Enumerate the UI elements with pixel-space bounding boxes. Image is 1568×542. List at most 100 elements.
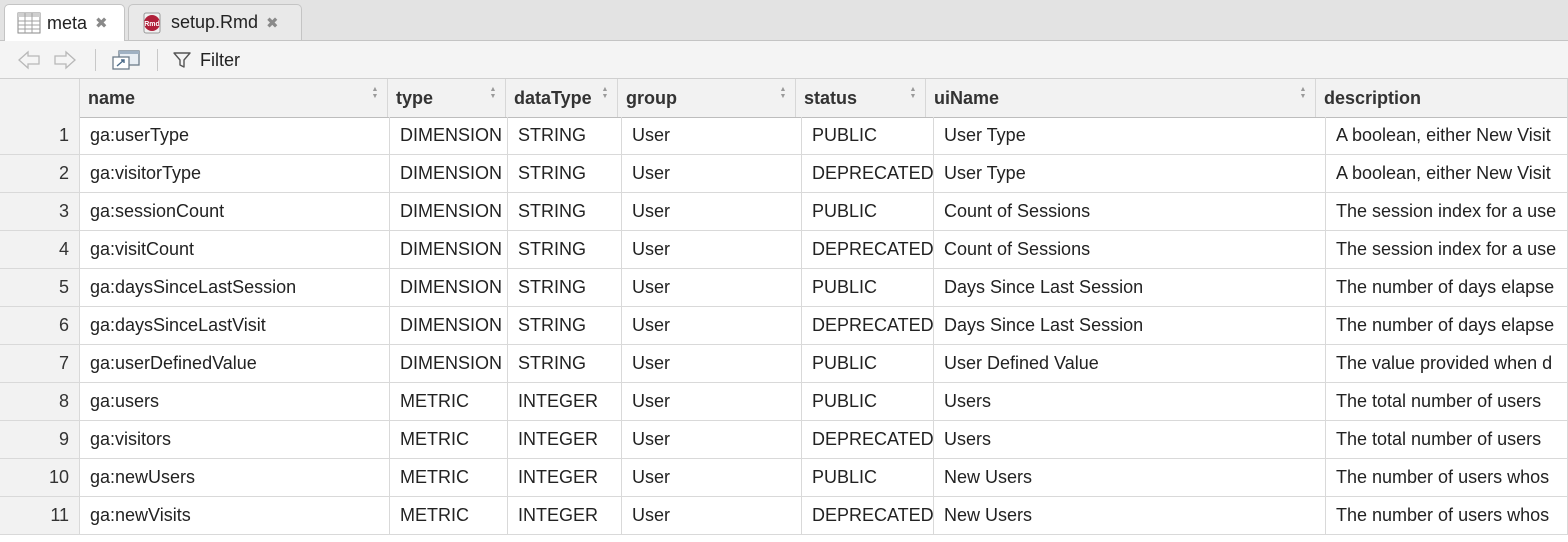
- row-number: 7: [0, 345, 80, 382]
- cell-name: ga:newUsers: [80, 459, 390, 496]
- cell-datatype: INTEGER: [508, 383, 622, 420]
- filter-label: Filter: [200, 49, 240, 70]
- table-row[interactable]: 1 ga:userType DIMENSION STRING User PUBLIC Use…: [0, 117, 1568, 155]
- table-icon: [17, 12, 41, 34]
- column-header-datatype[interactable]: dataType ▲ ▼: [506, 79, 618, 117]
- cell-name: ga:newVisits: [80, 497, 390, 534]
- cell-description: The session index for a use: [1326, 231, 1568, 268]
- sort-arrows-icon[interactable]: ▲ ▼: [1299, 85, 1307, 101]
- cell-datatype: INTEGER: [508, 459, 622, 496]
- toolbar-separator: [157, 49, 158, 71]
- tab-bar: meta ✖ Rmd setup.Rmd ✖: [0, 0, 1568, 41]
- cell-group: User: [622, 307, 802, 344]
- column-header-status[interactable]: status ▲ ▼: [796, 79, 926, 117]
- table-row[interactable]: 2 ga:visitorType DIMENSION STRING User DEPREC…: [0, 155, 1568, 193]
- table-row[interactable]: 10 ga:newUsers METRIC INTEGER User PUBLIC New …: [0, 459, 1568, 497]
- back-arrow-icon[interactable]: [16, 47, 42, 73]
- table-row[interactable]: 6 ga:daysSinceLastVisit DIMENSION STRING Use…: [0, 307, 1568, 345]
- table-row[interactable]: 8 ga:users METRIC INTEGER User PUBLIC Users The…: [0, 383, 1568, 421]
- cell-group: User: [622, 497, 802, 534]
- cell-status: PUBLIC: [802, 117, 934, 154]
- tab-meta[interactable]: meta ✖: [4, 4, 125, 41]
- cell-description: The number of users whos: [1326, 497, 1568, 534]
- row-number: 4: [0, 231, 80, 268]
- table-row[interactable]: 4 ga:visitCount DIMENSION STRING User DEPRECA…: [0, 231, 1568, 269]
- column-header-label: type: [396, 88, 434, 108]
- row-number: 10: [0, 459, 80, 496]
- cell-type: METRIC: [390, 383, 508, 420]
- cell-uiname: Count of Sessions: [934, 231, 1326, 268]
- cell-description: The value provided when d: [1326, 345, 1568, 382]
- cell-group: User: [622, 155, 802, 192]
- row-number: 1: [0, 117, 80, 154]
- cell-group: User: [622, 345, 802, 382]
- cell-description: A boolean, either New Visit: [1326, 117, 1568, 154]
- cell-datatype: INTEGER: [508, 421, 622, 458]
- cell-uiname: Days Since Last Session: [934, 269, 1326, 306]
- cell-description: The total number of users: [1326, 383, 1568, 420]
- cell-description: The number of days elapse: [1326, 269, 1568, 306]
- cell-uiname: User Type: [934, 117, 1326, 154]
- table-row[interactable]: 9 ga:visitors METRIC INTEGER User DEPRECATED U…: [0, 421, 1568, 459]
- cell-status: PUBLIC: [802, 345, 934, 382]
- sort-arrows-icon[interactable]: ▲ ▼: [909, 85, 917, 101]
- sort-arrows-icon[interactable]: ▲ ▼: [371, 85, 379, 101]
- cell-type: METRIC: [390, 421, 508, 458]
- cell-type: METRIC: [390, 497, 508, 534]
- cell-group: User: [622, 117, 802, 154]
- table-row[interactable]: 11 ga:newVisits METRIC INTEGER User DEPRECATE…: [0, 497, 1568, 535]
- cell-status: PUBLIC: [802, 459, 934, 496]
- close-icon[interactable]: ✖: [266, 14, 279, 32]
- tab-setup-rmd[interactable]: Rmd setup.Rmd ✖: [128, 4, 302, 40]
- column-header-name[interactable]: name ▲ ▼: [80, 79, 388, 117]
- cell-uiname: Days Since Last Session: [934, 307, 1326, 344]
- column-header-type[interactable]: type ▲ ▼: [388, 79, 506, 117]
- cell-datatype: STRING: [508, 155, 622, 192]
- close-icon[interactable]: ✖: [95, 14, 108, 32]
- tab-label: meta: [47, 12, 88, 33]
- cell-group: User: [622, 269, 802, 306]
- table-row[interactable]: 3 ga:sessionCount DIMENSION STRING User PUBLI…: [0, 193, 1568, 231]
- popout-window-icon[interactable]: [110, 47, 142, 73]
- column-header-description[interactable]: description: [1316, 79, 1568, 117]
- toolbar-separator: [95, 49, 96, 71]
- sort-arrows-icon[interactable]: ▲ ▼: [601, 85, 609, 101]
- sort-arrows-icon[interactable]: ▲ ▼: [489, 85, 497, 101]
- cell-group: User: [622, 193, 802, 230]
- table-row[interactable]: 7 ga:userDefinedValue DIMENSION STRING User P…: [0, 345, 1568, 383]
- cell-name: ga:daysSinceLastVisit: [80, 307, 390, 344]
- cell-description: The number of users whos: [1326, 459, 1568, 496]
- column-header-label: dataType: [514, 88, 592, 108]
- cell-name: ga:users: [80, 383, 390, 420]
- column-header-label: group: [626, 88, 677, 108]
- cell-status: PUBLIC: [802, 193, 934, 230]
- cell-uiname: Users: [934, 383, 1326, 420]
- table-row[interactable]: 5 ga:daysSinceLastSession DIMENSION STRING U…: [0, 269, 1568, 307]
- cell-datatype: STRING: [508, 193, 622, 230]
- cell-status: DEPRECATED: [802, 231, 934, 268]
- sort-arrows-icon[interactable]: ▲ ▼: [779, 85, 787, 101]
- column-header-label: description: [1324, 88, 1422, 108]
- data-grid: name ▲ ▼ type ▲ ▼ dataType ▲ ▼ group ▲ ▼ status ▲ ▼ uiN…: [0, 79, 1568, 542]
- cell-description: The number of days elapse: [1326, 307, 1568, 344]
- cell-group: User: [622, 459, 802, 496]
- cell-status: DEPRECATED: [802, 497, 934, 534]
- rmd-file-icon: Rmd: [141, 11, 165, 35]
- column-header-uiname[interactable]: uiName ▲ ▼: [926, 79, 1316, 117]
- cell-status: PUBLIC: [802, 383, 934, 420]
- filter-icon: [172, 50, 192, 70]
- cell-name: ga:sessionCount: [80, 193, 390, 230]
- column-header-group[interactable]: group ▲ ▼: [618, 79, 796, 117]
- cell-type: DIMENSION: [390, 307, 508, 344]
- cell-datatype: INTEGER: [508, 497, 622, 534]
- cell-description: A boolean, either New Visit: [1326, 155, 1568, 192]
- row-number: 11: [0, 497, 80, 534]
- column-header-label: uiName: [934, 88, 1000, 108]
- forward-arrow-icon[interactable]: [52, 47, 78, 73]
- cell-uiname: New Users: [934, 497, 1326, 534]
- filter-button[interactable]: Filter: [172, 47, 252, 73]
- cell-status: DEPRECATED: [802, 155, 934, 192]
- table-header: name ▲ ▼ type ▲ ▼ dataType ▲ ▼ group ▲ ▼ status ▲ ▼ uiN…: [0, 79, 1568, 118]
- cell-datatype: STRING: [508, 345, 622, 382]
- cell-status: PUBLIC: [802, 269, 934, 306]
